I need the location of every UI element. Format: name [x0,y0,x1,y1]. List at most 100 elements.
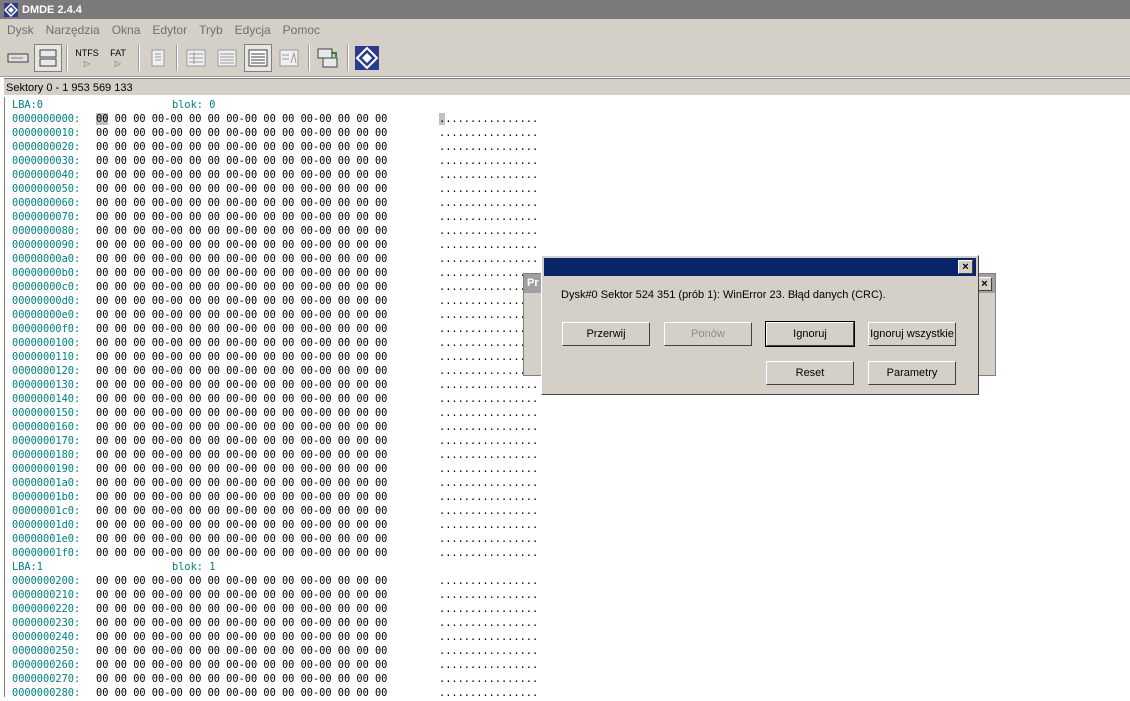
hex-bytes[interactable]: 00 00 00 00-00 00 00 00-00 00 00 00-00 0… [96,182,387,196]
parameters-button[interactable]: Parametry [868,361,956,385]
ascii-text[interactable]: ................ [439,630,538,644]
ascii-text[interactable]: ................ [439,210,538,224]
hex-bytes[interactable]: 00 00 00 00-00 00 00 00-00 00 00 00-00 0… [96,490,387,504]
hex-bytes[interactable]: 00 00 00 00-00 00 00 00-00 00 00 00-00 0… [96,266,387,280]
ascii-text[interactable]: ................ [439,672,538,686]
view-mode-2-button[interactable] [213,44,241,72]
menu-edit[interactable]: Edycja [228,23,276,37]
hex-bytes[interactable]: 00 00 00 00-00 00 00 00-00 00 00 00-00 0… [96,574,387,588]
ascii-text[interactable]: ................ [439,406,538,420]
ascii-text[interactable]: ................ [439,658,538,672]
ascii-text[interactable]: ................ [439,546,538,560]
hex-bytes[interactable]: 00 00 00 00-00 00 00 00-00 00 00 00-00 0… [96,658,387,672]
menu-tools[interactable]: Narzędzia [39,23,105,37]
hex-bytes[interactable]: 00 00 00 00-00 00 00 00-00 00 00 00-00 0… [96,630,387,644]
ascii-text[interactable]: ................ [439,504,538,518]
hex-bytes[interactable]: 00 00 00 00-00 00 00 00-00 00 00 00-00 0… [96,322,387,336]
ascii-text[interactable]: ................ [439,490,538,504]
fat-button[interactable]: FAT ▷ [104,44,132,72]
hex-bytes[interactable]: 00 00 00 00-00 00 00 00-00 00 00 00-00 0… [96,532,387,546]
hex-bytes[interactable]: 00 00 00 00-00 00 00 00-00 00 00 00-00 0… [96,546,387,560]
hex-bytes[interactable]: 00 00 00 00-00 00 00 00-00 00 00 00-00 0… [96,392,387,406]
menu-disk[interactable]: Dysk [0,23,39,37]
ascii-text[interactable]: ................ [439,238,538,252]
hex-view-button[interactable] [244,44,272,72]
hex-bytes[interactable]: 00 00 00 00-00 00 00 00-00 00 00 00-00 0… [96,364,387,378]
drive-button[interactable] [4,44,32,72]
about-button[interactable] [353,44,381,72]
progress-close-button[interactable]: × [977,277,992,291]
hex-editor[interactable]: LBA:0 blok: 0 0000000000: 00 00 00 00-00 00… [4,97,1130,697]
ignore-button[interactable]: Ignoruj [765,321,855,347]
hex-bytes[interactable]: 00 00 00 00-00 00 00 00-00 00 00 00-00 0… [96,294,387,308]
menu-windows[interactable]: Okna [105,23,146,37]
hex-bytes[interactable]: 00 00 00 00-00 00 00 00-00 00 00 00-00 0… [96,420,387,434]
retry-button[interactable]: Ponów [664,322,752,346]
menu-mode[interactable]: Tryb [192,23,228,37]
hex-bytes[interactable]: 00 00 00 00-00 00 00 00-00 00 00 00-00 0… [96,252,387,266]
hex-bytes[interactable]: 00 00 00 00-00 00 00 00-00 00 00 00-00 0… [96,476,387,490]
ascii-text[interactable]: ................ [439,434,538,448]
view-mode-4-button[interactable] [275,44,303,72]
file-view-button[interactable] [144,44,172,72]
ascii-text[interactable]: ................ [439,448,538,462]
ascii-text[interactable]: ................ [439,126,538,140]
hex-bytes[interactable]: 00 00 00 00-00 00 00 00-00 00 00 00-00 0… [96,406,387,420]
hex-bytes[interactable]: 00 00 00 00-00 00 00 00-00 00 00 00-00 0… [96,434,387,448]
ascii-text[interactable]: ................ [439,532,538,546]
hex-bytes[interactable]: 00 00 00 00-00 00 00 00-00 00 00 00-00 0… [96,308,387,322]
hex-bytes[interactable]: 00 00 00 00-00 00 00 00-00 00 00 00-00 0… [96,336,387,350]
hex-bytes[interactable]: 00 00 00 00-00 00 00 00-00 00 00 00-00 0… [96,168,387,182]
hex-bytes[interactable]: 00 00 00 00-00 00 00 00-00 00 00 00-00 0… [96,112,387,126]
ignore-all-button[interactable]: Ignoruj wszystkie [868,322,956,346]
hex-bytes[interactable]: 00 00 00 00-00 00 00 00-00 00 00 00-00 0… [96,224,387,238]
ascii-text[interactable]: ................ [439,154,538,168]
hex-bytes[interactable]: 00 00 00 00-00 00 00 00-00 00 00 00-00 0… [96,602,387,616]
copy-sectors-button[interactable] [314,44,342,72]
ascii-text[interactable]: ................ [439,182,538,196]
hex-bytes[interactable]: 00 00 00 00-00 00 00 00-00 00 00 00-00 0… [96,686,387,697]
hex-bytes[interactable]: 00 00 00 00-00 00 00 00-00 00 00 00-00 0… [96,140,387,154]
hex-bytes[interactable]: 00 00 00 00-00 00 00 00-00 00 00 00-00 0… [96,672,387,686]
hex-bytes[interactable]: 00 00 00 00-00 00 00 00-00 00 00 00-00 0… [96,616,387,630]
hex-bytes[interactable]: 00 00 00 00-00 00 00 00-00 00 00 00-00 0… [96,154,387,168]
menu-help[interactable]: Pomoc [276,23,325,37]
ascii-text[interactable]: ................ [439,588,538,602]
ascii-text[interactable]: ................ [439,476,538,490]
hex-bytes[interactable]: 00 00 00 00-00 00 00 00-00 00 00 00-00 0… [96,350,387,364]
hex-bytes[interactable]: 00 00 00 00-00 00 00 00-00 00 00 00-00 0… [96,504,387,518]
hex-bytes[interactable]: 00 00 00 00-00 00 00 00-00 00 00 00-00 0… [96,462,387,476]
hex-bytes[interactable]: 00 00 00 00-00 00 00 00-00 00 00 00-00 0… [96,238,387,252]
ascii-text[interactable]: ................ [439,140,538,154]
hex-bytes[interactable]: 00 00 00 00-00 00 00 00-00 00 00 00-00 0… [96,196,387,210]
ascii-text[interactable]: ................ [439,616,538,630]
hex-bytes[interactable]: 00 00 00 00-00 00 00 00-00 00 00 00-00 0… [96,518,387,532]
ascii-text[interactable]: ................ [439,602,538,616]
ascii-text[interactable]: ................ [439,378,538,392]
dialog-close-button[interactable]: × [958,260,973,274]
hex-bytes[interactable]: 00 00 00 00-00 00 00 00-00 00 00 00-00 0… [96,126,387,140]
ascii-text[interactable]: ................ [439,574,538,588]
hex-bytes[interactable]: 00 00 00 00-00 00 00 00-00 00 00 00-00 0… [96,378,387,392]
ascii-text[interactable]: ................ [439,168,538,182]
ascii-text[interactable]: ................ [439,392,538,406]
menu-editor[interactable]: Edytor [145,23,192,37]
ascii-text[interactable]: ................ [439,196,538,210]
hex-bytes[interactable]: 00 00 00 00-00 00 00 00-00 00 00 00-00 0… [96,448,387,462]
ascii-text[interactable]: ................ [439,644,538,658]
abort-button[interactable]: Przerwij [562,322,650,346]
reset-button[interactable]: Reset [766,361,854,385]
hex-bytes[interactable]: 00 00 00 00-00 00 00 00-00 00 00 00-00 0… [96,588,387,602]
ntfs-button[interactable]: NTFS ▷ [73,44,101,72]
view-mode-1-button[interactable] [182,44,210,72]
hex-bytes[interactable]: 00 00 00 00-00 00 00 00-00 00 00 00-00 0… [96,210,387,224]
partitions-button[interactable] [34,44,62,72]
ascii-text[interactable]: ................ [439,112,538,126]
hex-bytes[interactable]: 00 00 00 00-00 00 00 00-00 00 00 00-00 0… [96,644,387,658]
ascii-text[interactable]: ................ [439,462,538,476]
hex-bytes[interactable]: 00 00 00 00-00 00 00 00-00 00 00 00-00 0… [96,280,387,294]
ascii-text[interactable]: ................ [439,518,538,532]
ascii-text[interactable]: ................ [439,686,538,697]
ascii-text[interactable]: ................ [439,252,538,266]
ascii-text[interactable]: ................ [439,420,538,434]
